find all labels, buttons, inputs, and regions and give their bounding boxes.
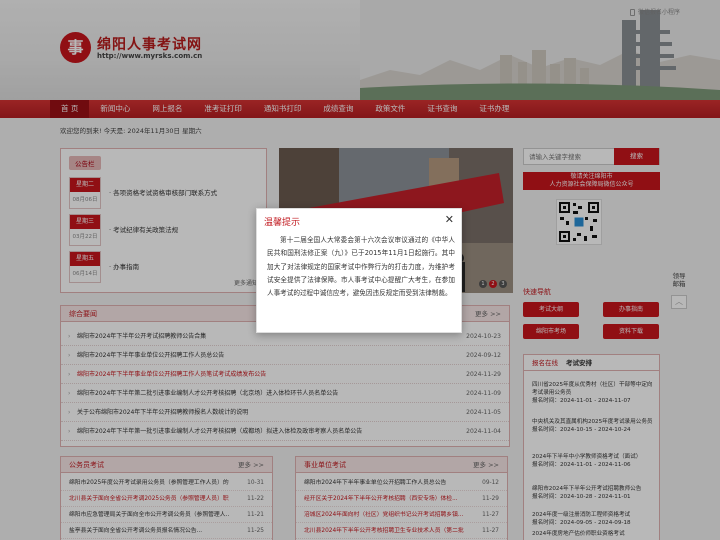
warning-modal: 温馨提示 ✕ 第十二届全国人大常委会第十六次会议审议通过的《中华人民共和国刑法修… [256, 208, 462, 333]
modal-body: 第十二届全国人大常委会第十六次会议审议通过的《中华人民共和国刑法修正案（九）》已… [267, 236, 455, 298]
close-icon[interactable]: ✕ [445, 213, 454, 226]
modal-title: 温馨提示 [264, 218, 301, 228]
